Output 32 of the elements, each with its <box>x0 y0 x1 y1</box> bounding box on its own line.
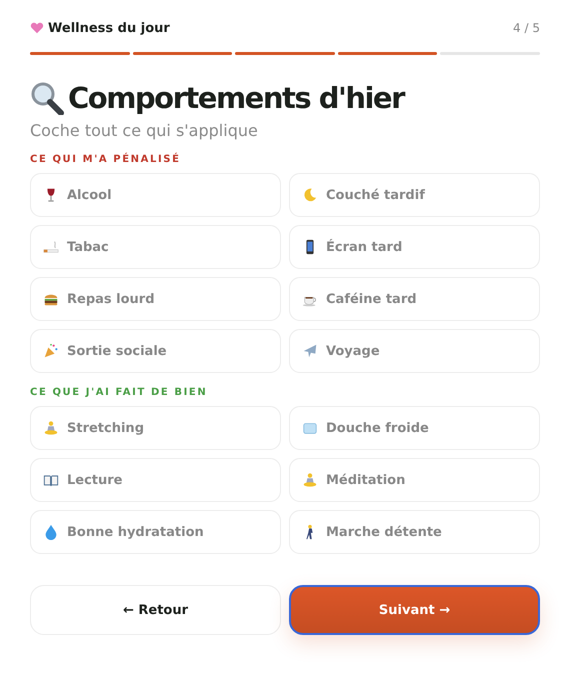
app-title: Wellness du jour <box>48 20 170 36</box>
back-button[interactable]: ← Retour <box>30 585 281 635</box>
water-drop-icon <box>43 524 59 540</box>
heart-icon <box>30 21 44 35</box>
next-button[interactable]: Suivant → <box>289 585 540 635</box>
option-card[interactable]: Bonne hydratation <box>30 510 281 554</box>
magnifier-icon <box>30 81 64 115</box>
option-card[interactable]: Caféine tard <box>289 277 540 321</box>
option-card[interactable]: Sortie sociale <box>30 329 281 373</box>
section-heading: CE QUI M'A PÉNALISÉ <box>30 154 182 165</box>
option-card[interactable]: Repas lourd <box>30 277 281 321</box>
option-card[interactable]: Lecture <box>30 458 281 502</box>
option-card[interactable]: Alcool <box>30 173 281 217</box>
step-counter: 4 / 5 <box>513 21 540 35</box>
sitting-figure-icon <box>43 420 59 436</box>
sitting-figure-icon <box>302 472 318 488</box>
option-card[interactable]: Méditation <box>289 458 540 502</box>
ice-cube-icon <box>302 420 318 436</box>
page-title: Comportements d'hier <box>68 81 404 115</box>
page-subtitle: Coche tout ce qui s'applique <box>30 121 259 140</box>
option-card[interactable]: Stretching <box>30 406 281 450</box>
party-popper-icon <box>43 343 59 359</box>
airplane-icon <box>302 343 318 359</box>
moon-icon <box>302 187 318 203</box>
option-card[interactable]: Douche froide <box>289 406 540 450</box>
option-card[interactable]: Voyage <box>289 329 540 373</box>
option-card[interactable]: Marche détente <box>289 510 540 554</box>
option-card[interactable]: Écran tard <box>289 225 540 269</box>
option-card[interactable]: Couché tardif <box>289 173 540 217</box>
option-card[interactable]: Tabac <box>30 225 281 269</box>
section-heading: CE QUE J'AI FAIT DE BIEN <box>30 387 208 398</box>
cigarette-icon <box>43 239 59 255</box>
